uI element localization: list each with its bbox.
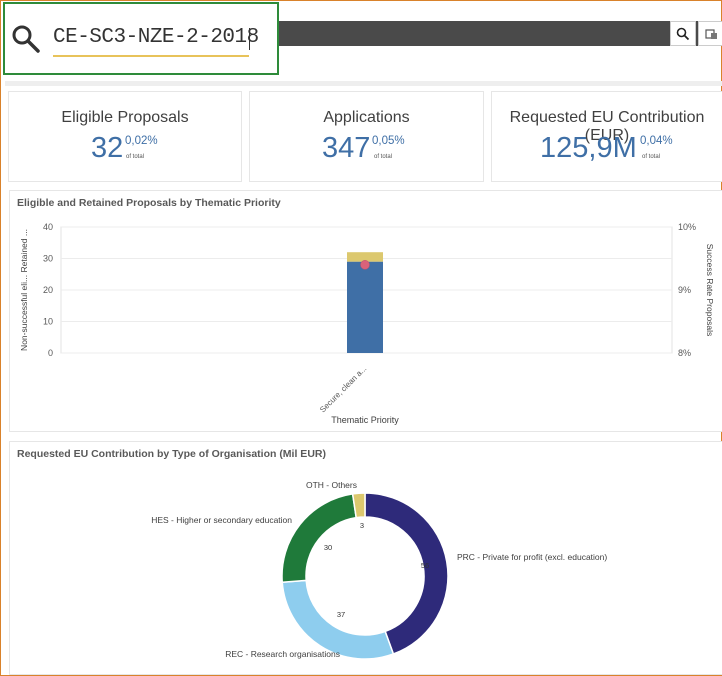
y-tick-label: 0: [48, 348, 53, 358]
y2-tick-label: 8%: [678, 348, 691, 358]
y-tick-label: 10: [43, 317, 53, 327]
bar-chart: 0 10 20 30 40 8% 9% 10% Secure, clean a...Themat…: [19, 222, 715, 425]
search-box[interactable]: CE-SC3-NZE-2-2018: [3, 2, 279, 75]
kpi-title: Applications: [323, 109, 410, 126]
search-input[interactable]: CE-SC3-NZE-2-2018: [53, 26, 259, 49]
y-axis-title: Non-successful eli... Retained ...: [19, 229, 29, 351]
kpi-requested-eu-contribution: Requested EU Contribution (EUR) 125,9M 0…: [491, 91, 722, 182]
kpi-subtitle: of total: [642, 154, 661, 160]
kpi-percentage: 0,05%: [372, 135, 405, 147]
search-icon: [676, 27, 690, 40]
slice-category-label: OTH - Others: [306, 480, 357, 490]
y2-tick-label: 9%: [678, 285, 691, 295]
input-underline: [53, 55, 249, 57]
donut-chart-panel[interactable]: Requested EU Contribution by Type of Org…: [9, 441, 722, 675]
separator: [5, 81, 722, 86]
kpi-applications: Applications 347 0,05% of total: [249, 91, 484, 182]
y-tick-label: 30: [43, 254, 53, 264]
kpi-percentage: 0,04%: [640, 135, 673, 147]
app-frame: Eligible Proposals 32 0,02% of total App…: [0, 0, 722, 676]
kpi-value: 347: [322, 132, 371, 164]
kpi-title: Eligible Proposals: [61, 109, 189, 126]
kpi-percentage: 0,02%: [125, 135, 158, 147]
kpi-eligible-proposals: Eligible Proposals 32 0,02% of total: [8, 91, 242, 182]
selections-tool-button[interactable]: [698, 21, 722, 46]
toolbar: [271, 21, 722, 46]
bar-segment: [347, 261, 383, 353]
slice-category-label: PRC - Private for profit (excl. educatio…: [457, 552, 607, 562]
kpi-value: 125,9M: [540, 132, 637, 164]
bar-chart-panel[interactable]: Eligible and Retained Proposals by Thema…: [9, 190, 722, 432]
text-caret: [249, 28, 250, 50]
slice-category-label: REC - Research organisations: [225, 649, 340, 659]
kpi-subtitle: of total: [126, 154, 145, 160]
slice-value-label: 3: [360, 521, 364, 530]
slice-value-label: 56: [421, 561, 429, 570]
donut-slice: [281, 579, 395, 660]
donut-chart: 56 PRC - Private for profit (excl. educat…: [151, 480, 607, 660]
donut-slice: [281, 493, 358, 584]
slice-value-label: 30: [324, 543, 332, 552]
kpi-subtitle: of total: [374, 154, 393, 160]
search-icon: [12, 25, 40, 53]
donut-slice: [364, 492, 449, 655]
x-axis-title: Thematic Priority: [331, 415, 399, 425]
y-tick-label: 20: [43, 285, 53, 295]
slice-value-label: 37: [337, 610, 345, 619]
y-tick-label: 40: [43, 222, 53, 232]
success-rate-point: [360, 260, 370, 270]
selection-tool-icon: [705, 28, 717, 39]
slice-category-label: HES - Higher or secondary education: [151, 515, 292, 525]
y2-axis-title: Success Rate Proposals: [705, 244, 715, 337]
x-category-label: Secure, clean a...: [318, 364, 368, 414]
y2-tick-label: 10%: [678, 222, 696, 232]
kpi-value: 32: [91, 132, 124, 164]
search-button[interactable]: [670, 21, 696, 46]
